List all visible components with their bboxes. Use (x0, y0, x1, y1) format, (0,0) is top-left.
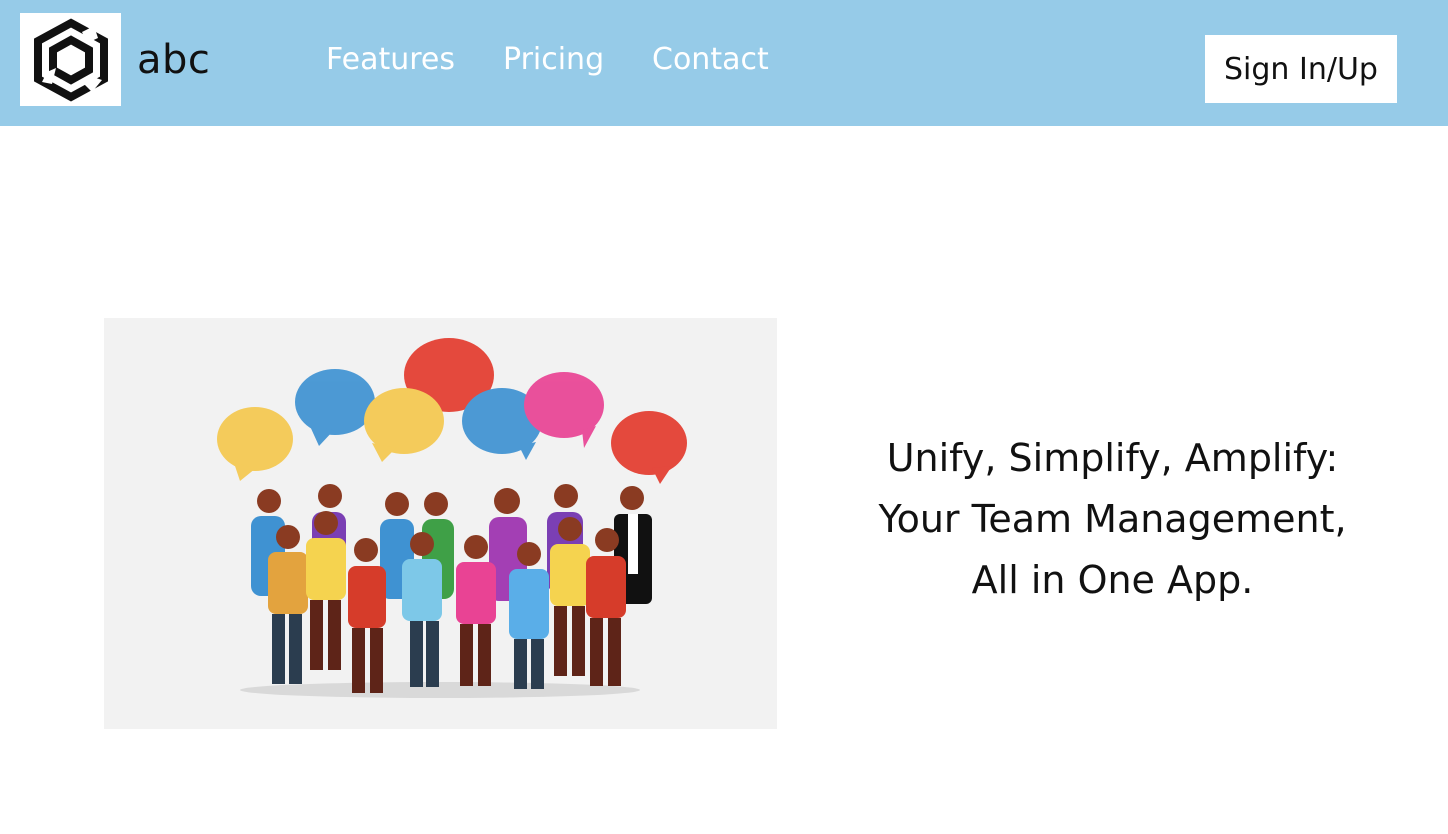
tagline-line-2: Your Team Management, (878, 497, 1347, 541)
sign-in-up-button[interactable]: Sign In/Up (1205, 35, 1397, 103)
crowd-with-speech-bubbles-illustration (217, 338, 687, 698)
logo[interactable] (20, 13, 121, 106)
nav-link-contact[interactable]: Contact (652, 40, 769, 80)
tagline-line-3: All in One App. (971, 558, 1254, 602)
tagline-line-1: Unify, Simplify, Amplify: (886, 436, 1339, 480)
hero-tagline: Unify, Simplify, Amplify: Your Team Mana… (820, 428, 1405, 611)
navbar: abc Features Pricing Contact Sign In/Up (0, 0, 1448, 126)
nav-link-pricing[interactable]: Pricing (503, 40, 604, 80)
brand-name: abc (137, 37, 211, 83)
hexagon-logo-icon (33, 17, 108, 102)
nav-link-features[interactable]: Features (326, 40, 455, 80)
hero-illustration (104, 318, 777, 729)
